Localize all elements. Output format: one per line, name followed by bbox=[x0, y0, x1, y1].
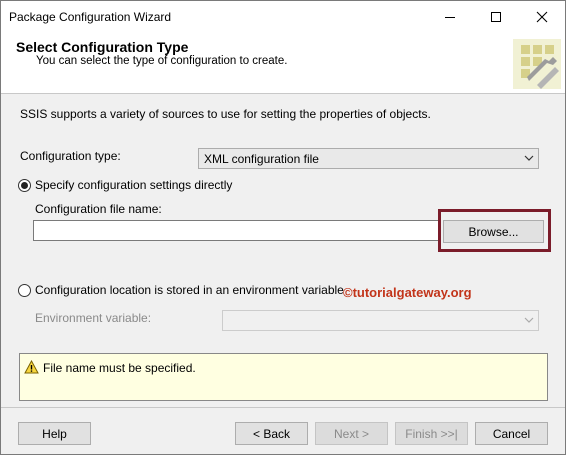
message-text: File name must be specified. bbox=[43, 361, 196, 375]
back-button[interactable]: < Back bbox=[235, 422, 308, 445]
maximize-icon bbox=[491, 12, 501, 22]
next-button[interactable]: Next > bbox=[315, 422, 388, 445]
env-variable-label: Environment variable: bbox=[35, 311, 152, 325]
wizard-header: Select Configuration Type You can select… bbox=[1, 33, 565, 94]
close-icon bbox=[536, 11, 548, 23]
config-file-input[interactable] bbox=[33, 220, 440, 241]
radio-direct-label[interactable]: Specify configuration settings directly bbox=[35, 178, 232, 192]
window-title: Package Configuration Wizard bbox=[9, 10, 172, 24]
header-divider bbox=[1, 93, 565, 94]
help-button[interactable]: Help bbox=[18, 422, 91, 445]
page-subtitle: You can select the type of configuration… bbox=[36, 55, 288, 67]
config-type-dropdown[interactable]: XML configuration file bbox=[198, 148, 539, 169]
watermark: ©tutorialgateway.org bbox=[343, 285, 472, 300]
title-bar: Package Configuration Wizard bbox=[1, 1, 565, 33]
minimize-button[interactable] bbox=[427, 1, 473, 33]
radio-direct[interactable] bbox=[18, 179, 31, 192]
intro-text: SSIS supports a variety of sources to us… bbox=[20, 107, 431, 121]
radio-selected-dot bbox=[21, 182, 28, 189]
wizard-tools-icon bbox=[513, 39, 561, 89]
radio-env-label[interactable]: Configuration location is stored in an e… bbox=[35, 283, 344, 297]
page-title: Select Configuration Type bbox=[16, 39, 189, 55]
warning-icon bbox=[24, 360, 39, 374]
config-type-value: XML configuration file bbox=[204, 152, 319, 166]
wizard-window: Package Configuration Wizard Select Conf… bbox=[0, 0, 566, 455]
config-file-label: Configuration file name: bbox=[35, 202, 162, 216]
env-variable-dropdown[interactable] bbox=[222, 310, 539, 331]
message-box: File name must be specified. bbox=[19, 353, 548, 401]
footer-divider bbox=[1, 407, 565, 408]
chevron-down-icon bbox=[524, 155, 534, 161]
radio-env[interactable] bbox=[18, 284, 31, 297]
chevron-down-icon bbox=[524, 317, 534, 323]
close-button[interactable] bbox=[519, 1, 565, 33]
browse-highlight-box bbox=[438, 209, 551, 252]
finish-button[interactable]: Finish >>| bbox=[395, 422, 468, 445]
config-type-label: Configuration type: bbox=[20, 149, 121, 163]
maximize-button[interactable] bbox=[473, 1, 519, 33]
cancel-button[interactable]: Cancel bbox=[475, 422, 548, 445]
minimize-icon bbox=[445, 17, 455, 18]
